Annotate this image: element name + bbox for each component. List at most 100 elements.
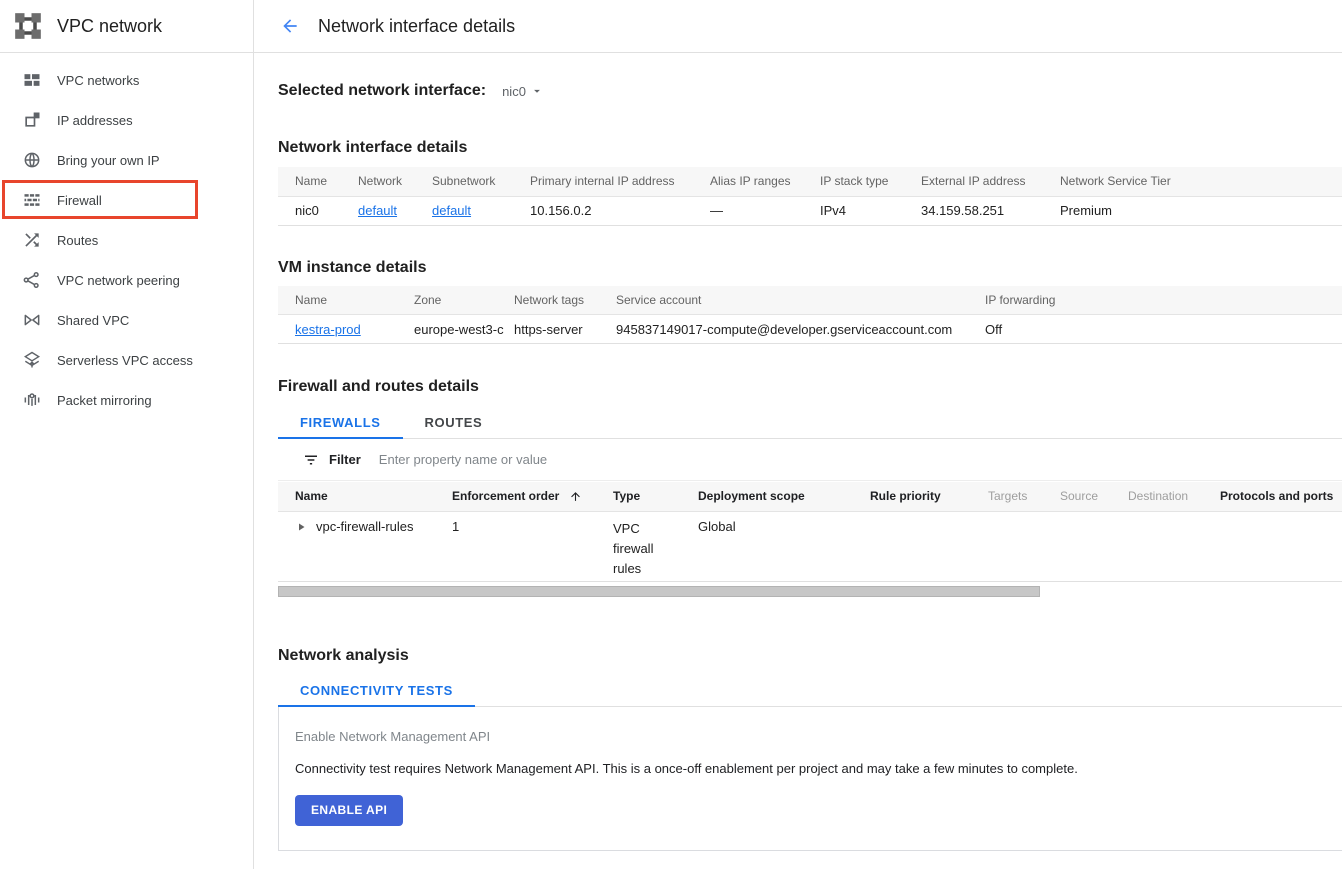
column-header: Alias IP ranges <box>710 167 820 196</box>
enable-api-description: Connectivity test requires Network Manag… <box>295 761 1326 776</box>
filter-bar: Filter <box>278 439 1342 481</box>
sidebar-item-routes[interactable]: Routes <box>0 220 253 260</box>
column-header-rule-priority[interactable]: Rule priority <box>870 482 988 511</box>
cell-service-account: 945837149017-compute@developer.gservicea… <box>616 315 985 344</box>
column-header: IP forwarding <box>985 286 1342 315</box>
interface-select[interactable]: nic0 <box>502 84 544 99</box>
sidebar-item-label: IP addresses <box>57 113 133 128</box>
sidebar-item-shared-vpc[interactable]: Shared VPC <box>0 300 253 340</box>
sidebar-item-firewall[interactable]: Firewall <box>0 180 253 220</box>
column-header-destination[interactable]: Destination <box>1128 482 1220 511</box>
firewall-routes-tabs: FIREWALLS ROUTES <box>278 409 1342 439</box>
expand-row-icon[interactable] <box>295 521 307 533</box>
vpc-networks-icon <box>22 70 42 90</box>
interface-select-value: nic0 <box>502 84 526 99</box>
column-header: External IP address <box>921 167 1060 196</box>
filter-input[interactable] <box>377 451 1342 468</box>
column-header-deployment-scope[interactable]: Deployment scope <box>698 482 870 511</box>
sidebar-item-bring-your-own-ip[interactable]: Bring your own IP <box>0 140 253 180</box>
vm-details-title: VM instance details <box>278 258 1342 277</box>
interface-details-table: Name Network Subnetwork Primary internal… <box>278 167 1342 226</box>
table-row: kestra-prod europe-west3-c https-server … <box>278 315 1342 344</box>
page-title: Network interface details <box>318 16 515 37</box>
main-panel: Network interface details Selected netwo… <box>254 0 1342 869</box>
subnetwork-link[interactable]: default <box>432 203 471 218</box>
back-button[interactable] <box>278 14 302 38</box>
column-header-name[interactable]: Name <box>278 482 452 511</box>
sidebar-item-vpc-network-peering[interactable]: VPC network peering <box>0 260 253 300</box>
column-header: Primary internal IP address <box>530 167 710 196</box>
cell-primary-ip: 10.156.0.2 <box>530 196 710 225</box>
cell-alias-ranges: — <box>710 196 820 225</box>
cell-firewall-name: vpc-firewall-rules <box>316 519 414 534</box>
column-header-source[interactable]: Source <box>1060 482 1128 511</box>
cell-name: nic0 <box>278 196 358 225</box>
network-link[interactable]: default <box>358 203 397 218</box>
enable-api-subtitle: Enable Network Management API <box>295 729 1326 744</box>
column-header: Name <box>278 286 414 315</box>
sidebar-item-packet-mirroring[interactable]: Packet mirroring <box>0 380 253 420</box>
cell-source <box>1060 511 1128 581</box>
table-header-row: Name Network Subnetwork Primary internal… <box>278 167 1342 196</box>
cell-targets <box>988 511 1060 581</box>
column-header: Subnetwork <box>432 167 530 196</box>
serverless-vpc-access-icon <box>22 350 42 370</box>
cell-zone: europe-west3-c <box>414 315 514 344</box>
cell-enforcement-order: 1 <box>452 511 613 581</box>
sidebar-item-label: Routes <box>57 233 98 248</box>
cell-destination <box>1128 511 1220 581</box>
sidebar-item-serverless-vpc-access[interactable]: Serverless VPC access <box>0 340 253 380</box>
sidebar: VPC network VPC networks IP addresses Br… <box>0 0 254 869</box>
vm-instance-link[interactable]: kestra-prod <box>295 322 361 337</box>
firewall-routes-title: Firewall and routes details <box>278 377 1342 396</box>
sidebar-item-label: Packet mirroring <box>57 393 152 408</box>
routes-icon <box>22 230 42 250</box>
tab-routes[interactable]: ROUTES <box>403 409 505 438</box>
chevron-down-icon <box>530 84 544 98</box>
vm-details-table: Name Zone Network tags Service account I… <box>278 286 1342 345</box>
cell-type: VPC firewall rules <box>613 511 698 581</box>
packet-mirroring-icon <box>22 390 42 410</box>
column-header: Name <box>278 167 358 196</box>
sidebar-item-label: VPC network peering <box>57 273 180 288</box>
shared-vpc-icon <box>22 310 42 330</box>
interface-details-title: Network interface details <box>278 138 1342 157</box>
sidebar-item-label: VPC networks <box>57 73 139 88</box>
column-header: IP stack type <box>820 167 921 196</box>
filter-label: Filter <box>329 452 361 467</box>
cell-stack-type: IPv4 <box>820 196 921 225</box>
vpc-network-peering-icon <box>22 270 42 290</box>
column-header-enforcement-order[interactable]: Enforcement order <box>452 482 613 511</box>
ip-addresses-icon <box>22 110 42 130</box>
sidebar-item-vpc-networks[interactable]: VPC networks <box>0 60 253 100</box>
network-analysis-title: Network analysis <box>278 646 1342 665</box>
connectivity-tests-card: Enable Network Management API Connectivi… <box>278 707 1342 851</box>
firewall-icon <box>22 190 42 210</box>
sidebar-item-label: Firewall <box>57 193 102 208</box>
sidebar-item-ip-addresses[interactable]: IP addresses <box>0 100 253 140</box>
tab-connectivity-tests[interactable]: CONNECTIVITY TESTS <box>278 677 475 706</box>
globe-icon <box>22 150 42 170</box>
cell-deployment-scope: Global <box>698 511 870 581</box>
horizontal-scrollbar-thumb[interactable] <box>278 586 1040 597</box>
tab-firewalls[interactable]: FIREWALLS <box>278 409 403 438</box>
cell-rule-priority <box>870 511 988 581</box>
column-header: Service account <box>616 286 985 315</box>
sidebar-item-label: Bring your own IP <box>57 153 160 168</box>
table-row[interactable]: vpc-firewall-rules 1 VPC firewall rules … <box>278 511 1342 581</box>
cell-protocols-ports <box>1220 511 1342 581</box>
column-header: Network <box>358 167 432 196</box>
column-header-protocols-ports[interactable]: Protocols and ports <box>1220 482 1342 511</box>
filter-icon[interactable] <box>302 451 320 469</box>
enable-api-button[interactable]: ENABLE API <box>295 795 403 826</box>
sort-ascending-icon <box>569 490 582 503</box>
vpc-network-logo-icon <box>14 12 42 40</box>
column-header: Zone <box>414 286 514 315</box>
table-header-row: Name Zone Network tags Service account I… <box>278 286 1342 315</box>
column-header-targets[interactable]: Targets <box>988 482 1060 511</box>
sidebar-nav: VPC networks IP addresses Bring your own… <box>0 53 253 420</box>
cell-service-tier: Premium <box>1060 196 1342 225</box>
network-analysis-tabs: CONNECTIVITY TESTS <box>278 677 1342 707</box>
firewalls-table: Name Enforcement order Type Deployment s… <box>278 482 1342 582</box>
column-header-type[interactable]: Type <box>613 482 698 511</box>
